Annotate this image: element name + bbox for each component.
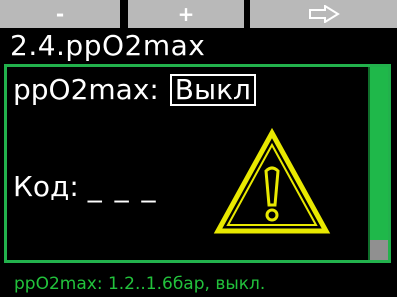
ppo2max-value[interactable]: Выкл — [169, 74, 256, 106]
minus-button[interactable]: - — [0, 0, 120, 28]
warning-triangle-icon — [212, 127, 332, 239]
range-hint: ppO2max: 1.2..1.6бар, выкл. — [14, 274, 266, 294]
next-button[interactable] — [250, 0, 397, 28]
settings-panel: ppO2max: Выкл Код: _ _ _ — [4, 64, 391, 263]
arrow-right-icon — [308, 5, 340, 23]
ppo2max-row: ppO2max: Выкл — [13, 73, 256, 107]
ppo2max-label: ppO2max: — [13, 73, 159, 106]
plus-button[interactable]: + — [128, 0, 244, 28]
page-title: 2.4.ppO2max — [10, 29, 206, 62]
minus-button-label: - — [55, 2, 65, 26]
scrollbar-thumb[interactable] — [370, 240, 388, 260]
scrollbar[interactable] — [368, 67, 388, 260]
code-label: Код: — [13, 170, 79, 203]
code-input[interactable]: _ _ _ — [88, 170, 158, 204]
plus-button-label: + — [177, 2, 195, 26]
code-row: Код: _ _ _ — [13, 170, 158, 204]
softkey-bar: - + — [0, 0, 397, 28]
